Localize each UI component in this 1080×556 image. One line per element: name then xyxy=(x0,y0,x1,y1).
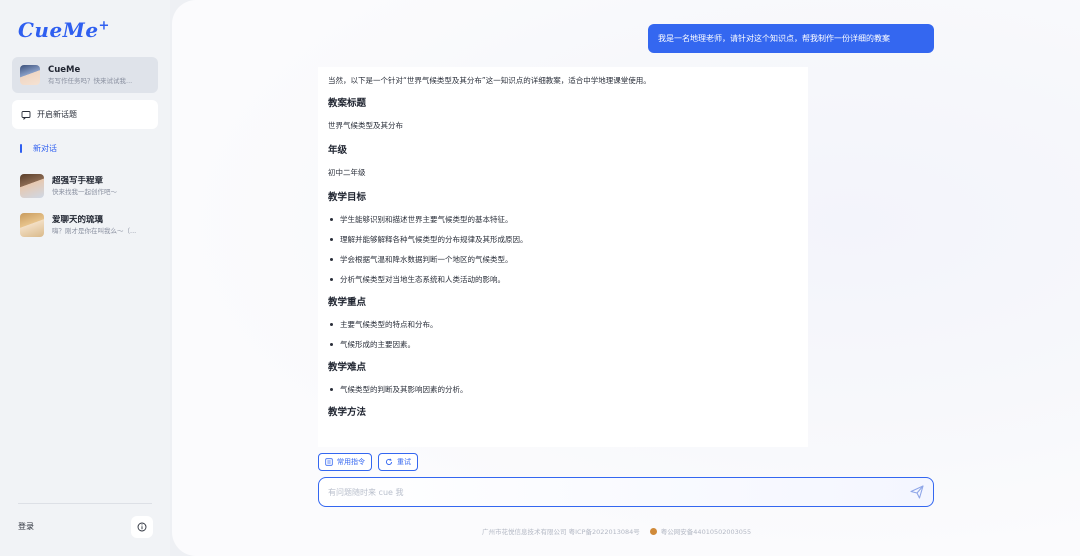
logo-plus: + xyxy=(98,18,110,34)
section-heading: 教学难点 xyxy=(328,362,367,373)
bullet-list: 气候类型的判断及其影响因素的分析。 xyxy=(328,384,798,395)
list-item: 气候类型的判断及其影响因素的分析。 xyxy=(328,384,798,395)
assistant-answer: 当然，以下是一个针对“世界气候类型及其分布”这一知识点的详细教案，适合中学地理课… xyxy=(318,67,808,447)
sidebar: CueMe+ CueMe 有写作任务吗？快来试试我... 开启新话题 新对话 超… xyxy=(0,0,170,556)
active-indicator xyxy=(20,144,22,153)
app-root: CueMe+ CueMe 有写作任务吗？快来试试我... 开启新话题 新对话 超… xyxy=(0,0,1080,556)
user-message-bubble: 我是一名地理老师，请针对这个知识点，帮我制作一份详细的教案 xyxy=(648,24,934,53)
retry-button[interactable]: 重试 xyxy=(378,453,418,471)
chat-input-box xyxy=(318,477,934,507)
commands-label: 常用指令 xyxy=(337,458,365,466)
retry-label: 重试 xyxy=(397,458,411,466)
section-heading: 教学方法 xyxy=(328,407,367,418)
app-logo[interactable]: CueMe+ xyxy=(18,18,110,42)
new-chat-label: 新对话 xyxy=(33,144,57,153)
sidebar-item-new-chat[interactable]: 新对话 xyxy=(20,143,57,154)
history-item[interactable]: 爱聊天的琉璃 嗨？刚才是你在叫我么～（... xyxy=(12,207,158,243)
bot-item-cueme[interactable]: CueMe 有写作任务吗？快来试试我... xyxy=(12,57,158,93)
footer-police[interactable]: 粤公网安备44010502003055 xyxy=(661,526,751,536)
info-icon xyxy=(137,522,147,532)
footer-company[interactable]: 广州市花悦信息技术有限公司 粤ICP备2022013084号 xyxy=(482,526,640,536)
info-button[interactable] xyxy=(131,516,153,538)
send-icon xyxy=(910,485,924,499)
new-topic-icon xyxy=(21,110,31,120)
history-name: 爱聊天的琉璃 xyxy=(52,214,104,225)
answer-intro: 当然，以下是一个针对“世界气候类型及其分布”这一知识点的详细教案，适合中学地理课… xyxy=(328,76,651,85)
avatar xyxy=(20,213,44,237)
commands-icon xyxy=(325,458,333,466)
police-badge-icon xyxy=(649,527,657,535)
section-heading: 教学重点 xyxy=(328,297,367,308)
sidebar-divider xyxy=(18,503,152,504)
common-commands-button[interactable]: 常用指令 xyxy=(318,453,372,471)
list-item: 学生能够识别和描述世界主要气候类型的基本特征。 xyxy=(328,214,798,225)
chat-input[interactable] xyxy=(328,485,888,499)
section-heading: 年级 xyxy=(328,145,348,156)
list-item: 学会根据气温和降水数据判断一个地区的气候类型。 xyxy=(328,254,798,265)
history-desc: 嗨？刚才是你在叫我么～（... xyxy=(52,226,137,235)
login-link[interactable]: 登录 xyxy=(18,521,34,532)
bullet-list: 主要气候类型的特点和分布。 气候形成的主要因素。 xyxy=(328,319,798,350)
logo-text: CueMe xyxy=(18,18,99,42)
history-desc: 快来找我一起创作吧～ xyxy=(52,187,117,196)
history-item[interactable]: 超强写手程章 快来找我一起创作吧～ xyxy=(12,168,158,204)
list-item: 理解并能够解释各种气候类型的分布规律及其形成原因。 xyxy=(328,234,798,245)
refresh-icon xyxy=(386,458,393,465)
section-heading: 教案标题 xyxy=(328,98,367,109)
new-topic-button[interactable]: 开启新话题 xyxy=(12,100,158,129)
bullet-list: 学生能够识别和描述世界主要气候类型的基本特征。 理解并能够解释各种气候类型的分布… xyxy=(328,214,798,285)
bot-name: CueMe xyxy=(48,64,81,75)
avatar xyxy=(20,65,40,85)
avatar xyxy=(20,174,44,198)
bot-desc: 有写作任务吗？快来试试我... xyxy=(48,76,133,85)
send-button[interactable] xyxy=(909,484,925,500)
section-text: 初中二年级 xyxy=(328,168,366,177)
new-topic-label: 开启新话题 xyxy=(37,110,77,119)
section-heading: 教学目标 xyxy=(328,192,367,203)
footer: 广州市花悦信息技术有限公司 粤ICP备2022013084号 粤公网安备4401… xyxy=(482,526,751,536)
list-item: 主要气候类型的特点和分布。 xyxy=(328,319,798,330)
section-text: 世界气候类型及其分布 xyxy=(328,121,403,130)
list-item: 分析气候类型对当地生态系统和人类活动的影响。 xyxy=(328,274,798,285)
history-name: 超强写手程章 xyxy=(52,175,104,186)
list-item: 气候形成的主要因素。 xyxy=(328,339,798,350)
